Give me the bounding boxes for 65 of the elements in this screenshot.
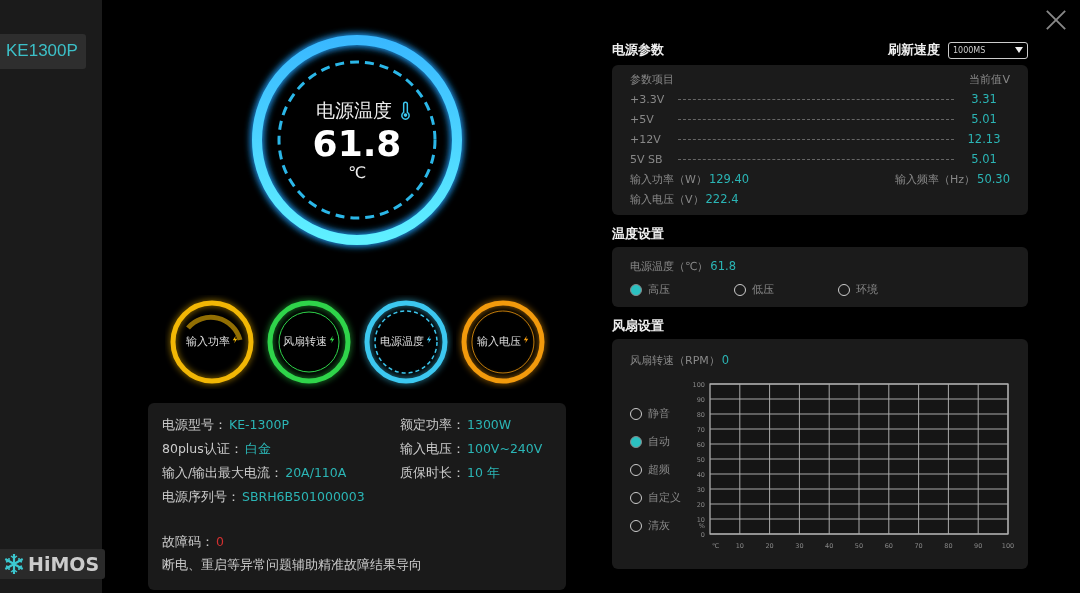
param-value: 3.31 [970,92,998,106]
field-label: 80plus认证： [162,441,243,458]
temperature-unit: ℃ [348,163,366,183]
section-title: 风扇设置 [612,317,665,335]
radio-label: 自动 [648,434,670,449]
field-label: 电源序列号： [162,489,240,506]
section-title: 温度设置 [612,225,665,243]
param-name: 输入功率（W） [630,171,707,187]
field-value: 10 年 [467,465,500,482]
radio-label: 环境 [856,282,878,297]
fault-note: 断电、重启等异常问题辅助精准故障结果导向 [162,557,423,574]
radio-button[interactable] [630,283,642,296]
temperature-value: 61.8 [312,123,402,164]
param-name: +3.3V [630,92,666,106]
column-header: 当前值V [969,71,1010,87]
field-value: SBRH6B501000003 [242,489,365,504]
field-label: 电源型号： [162,417,227,434]
field-value: 1300W [467,417,512,432]
field-label: 额定功率： [400,417,465,434]
reading-label: 电源温度（℃） [630,259,709,274]
column-header: 参数项目 [630,71,674,87]
close-icon[interactable] [1045,9,1067,31]
gauge-label: 输入电压 [476,335,521,349]
gauge-label: 电源温度 [379,335,424,349]
radio-label: 高压 [648,282,670,297]
radio-label: 清灰 [648,518,670,533]
param-value: 5.01 [970,152,998,166]
param-value: 12.13 [966,132,1002,146]
thermometer-icon [399,101,411,121]
field-value: 100V~240V [467,441,543,456]
field-label: 质保时长： [400,465,465,482]
param-value: 129.40 [708,171,750,186]
param-name: +5V [630,112,655,126]
radio-label: 静音 [648,406,670,421]
gauge-label: 风扇转速 [282,335,327,349]
gauge-label: 输入功率 [185,335,230,349]
model-tab[interactable]: KE1300P [0,34,86,69]
field-label: 输入电压： [400,441,465,458]
logo-text: HiMOS [28,553,100,575]
param-name: 5V SB [630,152,664,166]
reading-label: 风扇转速（RPM） [630,353,720,368]
radio-button[interactable] [630,435,642,448]
section-title: 电源参数 [612,41,664,59]
caret-icon [1015,47,1023,53]
param-value: 50.30 [977,171,1010,186]
refresh-dropdown[interactable]: 1000MS [948,41,1028,59]
param-name: 输入电压（V） [630,191,704,207]
fault-code-label: 故障码： [162,534,214,551]
radio-label: 自定义 [648,490,681,505]
field-value: KE-1300P [229,417,289,432]
fault-code-value: 0 [216,534,224,549]
field-label: 输入/输出最大电流： [162,465,284,482]
field-value: 白金 [244,441,271,458]
radio-label: 超频 [648,462,670,477]
param-value: 222.4 [705,191,739,206]
param-value: 5.01 [970,112,998,126]
radio-label: 低压 [752,282,774,297]
refresh-label: 刷新速度 [888,41,940,59]
reading-value: 0 [721,353,730,367]
field-value: 20A/110A [285,465,347,480]
reading-value: 61.8 [710,259,736,273]
param-name: +12V [630,132,662,146]
snowflake-icon [2,552,26,576]
param-name: 输入频率（Hz） [895,171,976,187]
gauge-title: 电源温度 [315,97,392,123]
